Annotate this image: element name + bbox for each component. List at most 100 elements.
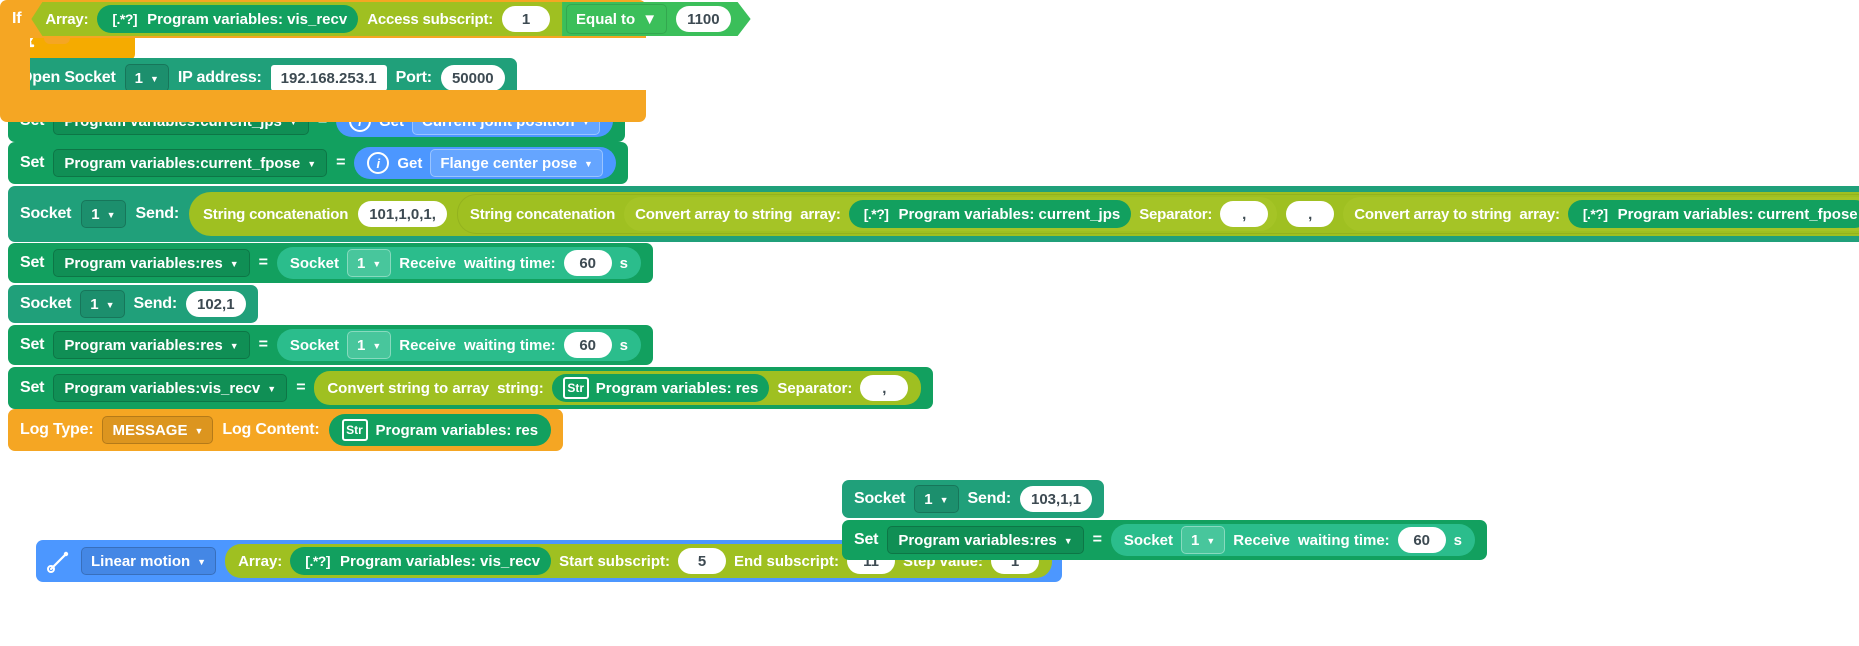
- socket-receive-number-dropdown-1[interactable]: 1 ▼: [347, 249, 392, 277]
- array-token-icon: [.*?]: [863, 206, 889, 222]
- chevron-down-icon: ▼: [372, 340, 382, 351]
- set-res-variable-dropdown-3[interactable]: Program variables:res ▼: [887, 526, 1084, 554]
- ip-address-label: IP address:: [177, 69, 262, 86]
- seconds-unit-label: s: [1453, 531, 1463, 549]
- port-input[interactable]: 50000: [440, 65, 505, 91]
- socket-send-103-block[interactable]: Socket 1 ▼ Send: 103,1,1: [842, 480, 1105, 518]
- set-current-fpose-variable-dropdown[interactable]: Program variables:current_fpose ▼: [53, 149, 328, 177]
- get-flange-center-pose-reporter[interactable]: i Get Flange center pose ▼: [354, 147, 616, 179]
- socket-receive-reporter-3[interactable]: Socket 1 ▼ Receive waiting time: 60 s: [1110, 524, 1476, 556]
- set-vis-recv-block[interactable]: Set Program variables:vis_recv ▼ = Conve…: [8, 367, 934, 409]
- chevron-down-icon: ▼: [197, 556, 207, 567]
- is-true-label: is true: [760, 10, 808, 27]
- if-condition-row: If Array: [.*?] Program variables: vis_r…: [0, 0, 807, 38]
- convert-array-to-string-fpose-reporter[interactable]: Convert array to string array: [.*?] Pro…: [1343, 197, 1859, 231]
- concat-constant-input[interactable]: 101,1,0,1,: [358, 201, 447, 227]
- separator-label: Separator:: [777, 379, 853, 397]
- concat1-label: String concatenation: [203, 205, 349, 223]
- start-subscript-input[interactable]: 5: [677, 548, 726, 574]
- waiting-time-input-1[interactable]: 60: [563, 250, 612, 276]
- socket-send-102-block[interactable]: Socket 1 ▼ Send: 102,1: [8, 285, 258, 323]
- set-res-variable-dropdown-1[interactable]: Program variables:res ▼: [53, 249, 250, 277]
- socket-send-103-number-dropdown[interactable]: 1 ▼: [914, 485, 959, 513]
- socket-label: Socket: [20, 295, 72, 312]
- equals-sign: =: [258, 336, 268, 353]
- receive-label: Receive: [399, 336, 456, 354]
- socket-label: Socket: [854, 490, 906, 507]
- set-res-variable-value-2: Program variables:res: [64, 336, 223, 354]
- if-block-bottom: [0, 90, 646, 122]
- linear-motion-mode-value: Linear motion: [91, 552, 191, 570]
- waiting-time-input-3[interactable]: 60: [1397, 527, 1446, 553]
- access-subscript-input[interactable]: 1: [502, 6, 551, 32]
- get-fpose-value: Flange center pose: [440, 154, 578, 172]
- separator-input-jps[interactable]: ,: [1220, 201, 1269, 227]
- set-res-receive-block-1[interactable]: Set Program variables:res ▼ = Socket 1 ▼…: [8, 243, 654, 283]
- if-condition-hexagon[interactable]: Array: [.*?] Program variables: vis_recv…: [31, 2, 563, 36]
- equals-sign: =: [1092, 531, 1102, 548]
- socket-send-102-value-input[interactable]: 102,1: [186, 291, 246, 317]
- get-fpose-value-dropdown[interactable]: Flange center pose ▼: [430, 149, 603, 177]
- string-concatenation-inner-reporter[interactable]: String concatenation Convert array to st…: [456, 194, 1859, 234]
- if-comparison-section[interactable]: Equal to ▼ 1100: [562, 2, 751, 36]
- send-label: Send:: [135, 205, 180, 222]
- set-label: Set: [20, 379, 45, 396]
- set-res-receive-block-2[interactable]: Set Program variables:res ▼ = Socket 1 ▼…: [8, 325, 654, 365]
- if-array-variable-name: Program variables: vis_recv: [147, 10, 348, 28]
- array-token-icon: [.*?]: [1582, 206, 1608, 222]
- seconds-unit-label: s: [619, 254, 629, 272]
- block-program-canvas[interactable]: mmVis Open Socket 1 ▼ IP address: 192.16…: [0, 0, 1859, 646]
- set-vis-recv-variable-value: Program variables:vis_recv: [64, 379, 261, 397]
- waiting-time-label: waiting time:: [464, 336, 556, 354]
- separator-input-extra[interactable]: ,: [1286, 201, 1335, 227]
- set-res-receive-block-3[interactable]: Set Program variables:res ▼ = Socket 1 ▼…: [842, 520, 1488, 560]
- array-param-label: Array:: [45, 10, 89, 28]
- port-label: Port:: [395, 69, 433, 86]
- socket-send-103-value-input[interactable]: 103,1,1: [1020, 486, 1093, 512]
- if-array-variable-reporter[interactable]: [.*?] Program variables: vis_recv: [97, 5, 359, 33]
- waiting-time-input-2[interactable]: 60: [563, 332, 612, 358]
- set-res-variable-value-3: Program variables:res: [898, 531, 1057, 549]
- open-socket-label: Open Socket: [20, 69, 116, 86]
- comparison-value-input[interactable]: 1100: [676, 6, 731, 32]
- comparison-operator-dropdown[interactable]: Equal to ▼: [566, 4, 667, 34]
- chevron-down-icon: ▼: [307, 158, 317, 169]
- array-variable-current-fpose-reporter[interactable]: [.*?] Program variables: current_fpose: [1567, 200, 1859, 228]
- send-label: Send:: [133, 295, 178, 312]
- socket-receive-number-dropdown-2[interactable]: 1 ▼: [347, 331, 392, 359]
- chevron-down-icon: ▼: [372, 258, 382, 269]
- socket-send-concat-number-dropdown[interactable]: 1 ▼: [81, 200, 126, 228]
- socket-number-value: 1: [1191, 531, 1200, 549]
- info-icon: i: [367, 152, 390, 174]
- open-socket-number-dropdown[interactable]: 1 ▼: [124, 64, 169, 92]
- convert-array-to-string-jps-reporter[interactable]: Convert array to string array: [.*?] Pro…: [624, 197, 1278, 231]
- set-vis-recv-variable-dropdown[interactable]: Program variables:vis_recv ▼: [53, 374, 288, 402]
- socket-receive-number-dropdown-3[interactable]: 1 ▼: [1181, 526, 1226, 554]
- array-variable-current-jps-reporter[interactable]: [.*?] Program variables: current_jps: [848, 200, 1132, 228]
- chevron-down-icon: ▼: [229, 340, 239, 351]
- string-variable-res-reporter[interactable]: Str Program variables: res: [551, 374, 770, 402]
- ip-address-input[interactable]: 192.168.253.1: [270, 65, 387, 91]
- set-res-variable-dropdown-2[interactable]: Program variables:res ▼: [53, 331, 250, 359]
- socket-send-102-number-dropdown[interactable]: 1 ▼: [80, 290, 125, 318]
- set-current-fpose-block[interactable]: Set Program variables:current_fpose ▼ = …: [8, 142, 628, 184]
- waiting-time-label: waiting time:: [1298, 531, 1390, 549]
- socket-number-value: 1: [357, 254, 366, 272]
- open-socket-number-value: 1: [134, 69, 143, 87]
- set-current-fpose-variable-value: Program variables:current_fpose: [64, 154, 301, 172]
- log-type-dropdown[interactable]: MESSAGE ▼: [102, 416, 214, 444]
- log-block[interactable]: Log Type: MESSAGE ▼ Log Content: Str Pro…: [8, 409, 564, 451]
- string-concatenation-outer-reporter[interactable]: String concatenation 101,1,0,1, String c…: [189, 192, 1859, 236]
- socket-receive-reporter-2[interactable]: Socket 1 ▼ Receive waiting time: 60 s: [276, 329, 642, 361]
- socket-receive-reporter-1[interactable]: Socket 1 ▼ Receive waiting time: 60 s: [276, 247, 642, 279]
- array-token-icon: [.*?]: [305, 553, 330, 569]
- access-subscript-label: Access subscript:: [367, 10, 494, 28]
- linear-motion-mode-dropdown[interactable]: Linear motion ▼: [81, 547, 217, 575]
- socket-number-value: 1: [90, 295, 99, 313]
- convert-string-to-array-reporter[interactable]: Convert string to array string: Str Prog…: [314, 371, 922, 405]
- linear-motion-array-variable-reporter[interactable]: [.*?] Program variables: vis_recv: [290, 547, 552, 575]
- array-param-label: array:: [800, 205, 841, 223]
- convert-separator-input[interactable]: ,: [860, 375, 909, 401]
- log-content-variable-reporter[interactable]: Str Program variables: res: [328, 414, 552, 446]
- socket-send-concat-block[interactable]: Socket 1 ▼ Send: String concatenation 10…: [8, 186, 1859, 242]
